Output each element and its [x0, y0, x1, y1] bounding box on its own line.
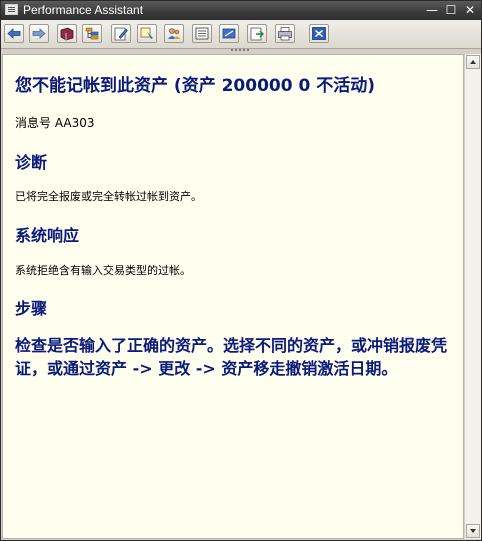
forward-icon: [32, 28, 46, 39]
close-window-button[interactable]: ✕: [462, 3, 478, 17]
scroll-up-button[interactable]: [466, 55, 480, 69]
hierarchy-button[interactable]: [82, 24, 102, 43]
section-title-procedure: 步骤: [15, 299, 48, 318]
notes-button[interactable]: [137, 24, 157, 43]
section-text-system-response: 系统拒绝含有输入交易类型的过帐。: [15, 264, 191, 277]
book-button[interactable]: [57, 24, 77, 43]
users-icon: [168, 28, 180, 39]
maximize-button[interactable]: ☐: [443, 3, 459, 17]
export-icon: [250, 27, 264, 41]
procedure-text: 检查是否输入了正确的资产。选择不同的资产，或冲销报废凭证，或通过资产 -> 更改…: [15, 336, 448, 378]
export-button[interactable]: [247, 24, 267, 43]
message-heading: 您不能记帐到此资产 (资产 200000 0 不活动): [15, 76, 376, 96]
hierarchy-icon: [85, 27, 99, 40]
title-bar[interactable]: Performance Assistant — ☐ ✕: [1, 1, 481, 20]
forward-button[interactable]: [29, 24, 49, 43]
back-button[interactable]: [4, 24, 24, 43]
link-icon: [222, 28, 236, 39]
window-title: Performance Assistant: [23, 3, 144, 17]
print-button[interactable]: [275, 24, 295, 43]
performance-assistant-window: Performance Assistant — ☐ ✕ 您不能记帐到此资产 (资…: [0, 0, 482, 541]
close-panel-button[interactable]: [309, 24, 329, 43]
users-button[interactable]: [164, 24, 184, 43]
document-icon: [195, 27, 209, 40]
window-icon: [5, 4, 18, 15]
minimize-button[interactable]: —: [424, 3, 440, 17]
help-content-pane: 您不能记帐到此资产 (资产 200000 0 不活动) 消息号 AA303 诊断…: [2, 54, 464, 539]
close-icon: [312, 27, 326, 40]
back-icon: [7, 28, 21, 39]
edit-icon: [114, 27, 128, 41]
notes-icon: [140, 27, 153, 39]
link-button[interactable]: [219, 24, 239, 43]
scroll-down-button[interactable]: [466, 524, 480, 538]
book-icon: [60, 27, 74, 41]
section-title-system-response: 系统响应: [15, 226, 80, 245]
message-number: 消息号 AA303: [15, 116, 95, 130]
toolbar: [1, 20, 481, 49]
vertical-scrollbar[interactable]: [464, 54, 481, 539]
section-title-diagnosis: 诊断: [15, 153, 48, 172]
splitter-grip[interactable]: [231, 48, 251, 52]
document-button[interactable]: [192, 24, 212, 43]
section-text-diagnosis: 已将完全报废或完全转帐过帐到资产。: [15, 190, 202, 203]
edit-button[interactable]: [111, 24, 131, 43]
print-icon: [278, 27, 292, 41]
